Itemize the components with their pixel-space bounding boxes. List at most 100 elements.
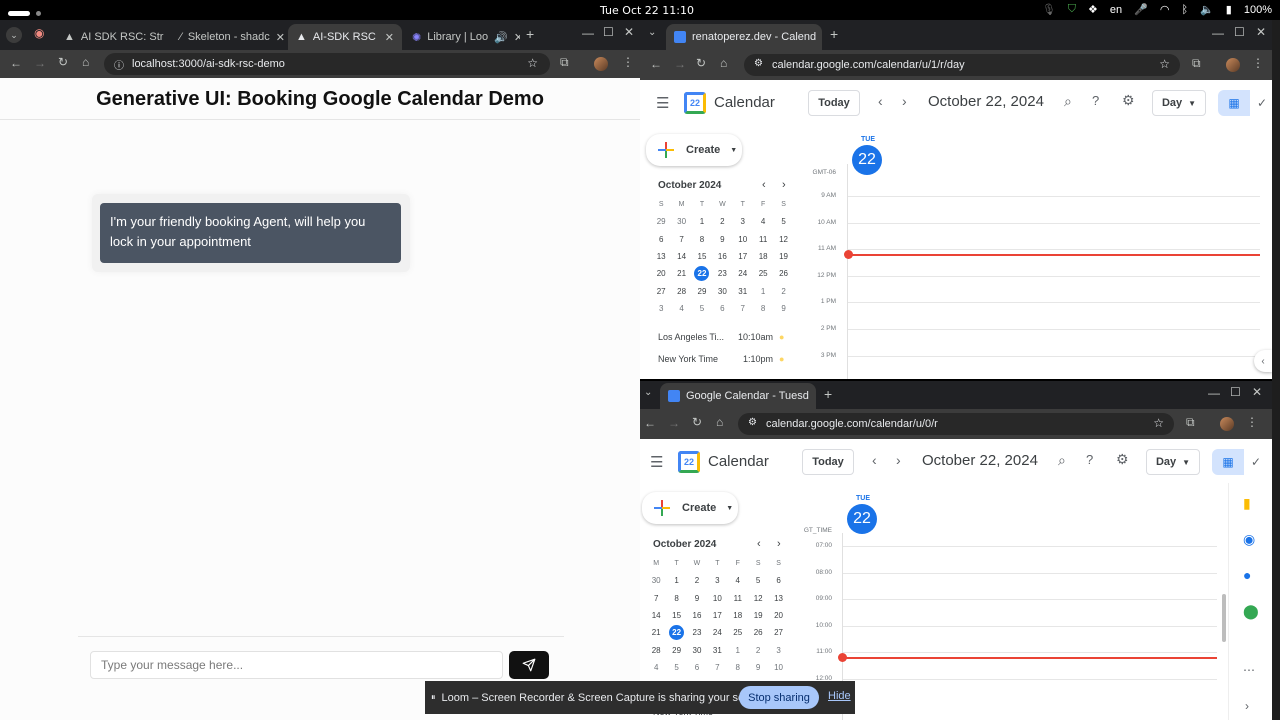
today-button[interactable]: Today — [808, 90, 860, 116]
mini-day[interactable]: 29 — [651, 213, 671, 230]
more-apps-icon[interactable]: ⋯ — [1243, 663, 1255, 677]
menu-kebab-icon[interactable]: ⋮ — [1246, 415, 1258, 429]
mini-day[interactable]: 1 — [728, 641, 748, 658]
mini-day[interactable]: 27 — [651, 282, 671, 299]
site-settings-icon[interactable]: ⚙ — [748, 417, 757, 428]
new-tab-icon[interactable]: + — [830, 26, 838, 42]
scrollbar[interactable] — [1222, 594, 1226, 642]
mini-day[interactable]: 10 — [768, 659, 788, 676]
settings-gear-icon[interactable]: ⚙ — [1122, 92, 1135, 109]
minimize-icon[interactable]: — — [1212, 26, 1224, 40]
mini-day[interactable]: 5 — [773, 213, 793, 230]
forward-icon[interactable]: → — [668, 416, 680, 430]
calendar-view-toggle-icon[interactable]: ▦ — [1218, 90, 1250, 116]
address-bar[interactable]: ⚙ calendar.google.com/calendar/u/1/r/day… — [744, 54, 1180, 76]
contacts-icon[interactable]: ● — [1243, 567, 1251, 583]
next-day-icon[interactable]: › — [902, 93, 907, 109]
mini-day[interactable]: 8 — [753, 300, 773, 317]
mini-day[interactable]: 20 — [651, 265, 671, 282]
mini-day[interactable]: 29 — [666, 641, 686, 658]
menu-kebab-icon[interactable]: ⋮ — [622, 55, 634, 69]
mini-day[interactable]: 6 — [712, 300, 732, 317]
mini-prev-icon[interactable]: ‹ — [762, 179, 766, 191]
profile-avatar[interactable] — [1220, 417, 1234, 431]
mini-day[interactable]: 3 — [707, 572, 727, 589]
stop-sharing-button[interactable]: Stop sharing — [739, 686, 819, 709]
profile-avatar[interactable] — [1226, 58, 1240, 72]
create-button[interactable]: Create ▼ — [646, 134, 742, 166]
pause-icon[interactable]: ⏸ — [431, 692, 436, 703]
mini-day[interactable]: 8 — [666, 590, 686, 607]
tab-ai-sdk-rsc[interactable]: ▲ AI-SDK RSC ✕ — [288, 24, 402, 50]
mini-day[interactable]: 9 — [773, 300, 793, 317]
address-bar[interactable]: ⚙ calendar.google.com/calendar/u/0/r ☆ — [738, 413, 1174, 435]
hide-button[interactable]: Hide — [828, 690, 851, 702]
mini-day[interactable]: 4 — [728, 572, 748, 589]
mini-day[interactable]: 31 — [733, 282, 753, 299]
mini-day[interactable]: 7 — [671, 231, 691, 248]
view-selector[interactable]: Day ▼ — [1146, 449, 1200, 475]
maximize-icon[interactable]: ☐ — [1230, 385, 1241, 399]
mini-day[interactable]: 14 — [646, 607, 666, 624]
mini-day[interactable]: 15 — [666, 607, 686, 624]
bookmark-star-icon[interactable]: ☆ — [1159, 57, 1170, 71]
mini-day[interactable]: 15 — [692, 248, 712, 265]
mini-day[interactable]: 10 — [707, 590, 727, 607]
search-icon[interactable]: ⌕ — [1058, 452, 1066, 469]
mini-next-icon[interactable]: › — [777, 538, 781, 550]
mini-day[interactable]: 4 — [671, 300, 691, 317]
new-tab-icon[interactable]: + — [824, 386, 832, 402]
mini-day[interactable]: 26 — [773, 265, 793, 282]
mini-day[interactable]: 23 — [687, 624, 707, 641]
close-icon[interactable]: ✕ — [385, 31, 394, 44]
system-clock[interactable]: Tue Oct 22 11:10 — [600, 4, 694, 17]
mini-day[interactable]: 7 — [733, 300, 753, 317]
mini-day[interactable]: 21 — [671, 265, 691, 282]
maximize-icon[interactable]: ☐ — [1234, 25, 1245, 39]
mini-day[interactable]: 12 — [773, 231, 793, 248]
mini-day[interactable]: 27 — [768, 624, 788, 641]
close-icon[interactable]: ✕ — [276, 31, 284, 44]
mini-day[interactable]: 28 — [646, 641, 666, 658]
search-icon[interactable]: ⌕ — [1064, 93, 1072, 110]
mini-day[interactable]: 3 — [733, 213, 753, 230]
calendar-view-toggle-icon[interactable]: ▦ — [1212, 449, 1244, 475]
mini-day[interactable]: 24 — [707, 624, 727, 641]
back-icon[interactable]: ← — [644, 416, 656, 430]
mini-day[interactable]: 22 — [692, 265, 712, 282]
help-icon[interactable]: ? — [1086, 452, 1093, 467]
mini-day[interactable]: 5 — [692, 300, 712, 317]
site-settings-icon[interactable]: ⚙ — [754, 58, 763, 69]
settings-gear-icon[interactable]: ⚙ — [1116, 451, 1129, 468]
mini-day[interactable]: 7 — [646, 590, 666, 607]
tab-loom-library[interactable]: ✺ Library | Loo 🔊 ✕ — [404, 24, 520, 50]
mini-day[interactable]: 1 — [753, 282, 773, 299]
mini-day[interactable]: 31 — [707, 641, 727, 658]
menu-kebab-icon[interactable]: ⋮ — [1252, 56, 1264, 70]
mini-day[interactable]: 17 — [707, 607, 727, 624]
mini-day[interactable]: 28 — [671, 282, 691, 299]
mini-day[interactable]: 29 — [692, 282, 712, 299]
mini-day[interactable]: 9 — [712, 231, 732, 248]
tab-skeleton-shadcn[interactable]: ⁄ Skeleton - shadc ✕ — [172, 24, 284, 50]
system-tray[interactable]: 🎙 ⛉ ❖ en 🎤 ◠ ᛒ 🔈 ▮ 100% — [1042, 3, 1272, 16]
forward-icon[interactable]: → — [674, 57, 686, 71]
back-icon[interactable]: ← — [650, 57, 662, 71]
mini-day[interactable]: 11 — [753, 231, 773, 248]
maximize-icon[interactable]: ☐ — [603, 25, 614, 39]
forward-icon[interactable]: → — [34, 56, 46, 70]
mini-prev-icon[interactable]: ‹ — [757, 538, 761, 550]
mini-day[interactable]: 17 — [733, 248, 753, 265]
close-icon[interactable]: ✕ — [514, 31, 520, 44]
mini-day[interactable]: 25 — [753, 265, 773, 282]
side-panel-toggle-icon[interactable]: ‹ — [1254, 350, 1272, 372]
speaker-icon[interactable]: 🔊 — [494, 31, 508, 44]
reload-icon[interactable]: ↻ — [692, 415, 702, 429]
mini-day[interactable]: 3 — [768, 641, 788, 658]
prev-day-icon[interactable]: ‹ — [878, 93, 883, 109]
help-icon[interactable]: ? — [1092, 93, 1099, 108]
maps-icon[interactable]: ⬤ — [1243, 603, 1259, 620]
mini-day[interactable]: 6 — [687, 659, 707, 676]
window-close-icon[interactable]: ✕ — [1256, 25, 1266, 39]
mini-day[interactable]: 30 — [687, 641, 707, 658]
